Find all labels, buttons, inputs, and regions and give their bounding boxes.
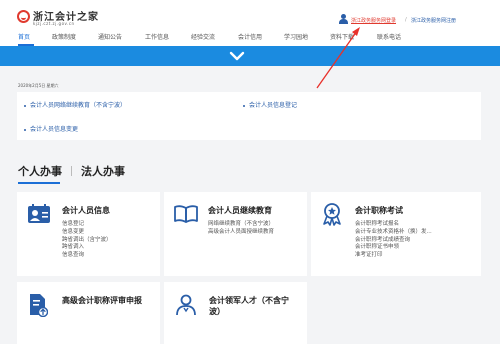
site-url: kjzj.czt.zj.gov.cn [33, 21, 75, 26]
service-card-accountant-info[interactable]: 会计人员信息 信息登记 信息变更 跨省调出（含宁波） 跨省调入 信息查询 [17, 192, 160, 276]
nav-item-policy[interactable]: 政策制度 [52, 32, 76, 41]
card-link-inperson-education[interactable]: 高级会计人员面授继续教育 [208, 229, 274, 237]
card-link-info-change[interactable]: 信息变更 [62, 229, 112, 237]
main-nav: 首页 政策制度 通知公告 工作信息 经验交流 会计信用 学习园地 资料下载 联系… [0, 30, 500, 46]
upload-document-icon [30, 294, 48, 317]
bullet-icon [24, 104, 26, 107]
card-title: 会计领军人才（不含宁 [209, 296, 289, 305]
login-link[interactable]: 浙江政务服务网登录 [351, 17, 396, 24]
tab-personal-services[interactable]: 个人办事 [18, 163, 62, 179]
bullet-icon [24, 128, 26, 131]
nav-item-study[interactable]: 学习园地 [284, 32, 308, 41]
nav-item-contact[interactable]: 联系电话 [377, 32, 401, 41]
notice-link-info-registration[interactable]: 会计人员信息登记 [243, 100, 297, 109]
nav-item-home[interactable]: 首页 [18, 32, 30, 41]
banner-strip [0, 46, 500, 66]
talent-user-icon [176, 294, 196, 316]
card-link-info-registration[interactable]: 信息登记 [62, 221, 112, 229]
service-card-title-exam[interactable]: 会计职称考试 会计职称考试报名 会计专业技术资格补（换）发... 会计职称考试成… [311, 192, 481, 276]
nav-item-notices[interactable]: 通知公告 [98, 32, 122, 41]
id-card-icon [28, 204, 50, 223]
card-title: 高级会计职称评审申报 [62, 296, 142, 305]
notice-link-label: 会计人员信息变更 [30, 126, 79, 133]
service-card-senior-title-review[interactable]: 高级会计职称评审申报 [17, 282, 160, 344]
nav-item-experience[interactable]: 经验交流 [191, 32, 215, 41]
card-title: 会计人员继续教育 [208, 206, 272, 215]
card-title-continued: 波） [209, 307, 225, 316]
award-medal-icon [323, 203, 341, 226]
tab-legal-services[interactable]: 法人办事 [81, 163, 125, 179]
bullet-icon [243, 104, 245, 107]
nav-item-credit[interactable]: 会计信用 [238, 32, 262, 41]
current-date: 2020年2月5日 星期六 [18, 83, 59, 88]
tab-active-indicator [18, 182, 60, 184]
register-link[interactable]: 浙江政务服务网注册 [411, 17, 456, 24]
service-card-leading-talent[interactable]: 会计领军人才（不含宁 波） [164, 282, 307, 344]
open-book-icon [174, 205, 198, 223]
tab-divider [71, 166, 72, 176]
notice-link-label: 会计人员信息登记 [249, 102, 298, 109]
card-title: 会计职称考试 [355, 206, 403, 215]
nav-item-work-info[interactable]: 工作信息 [145, 32, 169, 41]
notice-link-info-change[interactable]: 会计人员信息变更 [24, 124, 78, 133]
card-link-certificate-reissue[interactable]: 会计专业技术资格补（换）发... [355, 229, 432, 237]
chevron-down-icon[interactable] [229, 48, 245, 64]
card-link-list: 会计职称考试报名 会计专业技术资格补（换）发... 会计职称考试成绩查询 会计职… [355, 221, 432, 260]
card-link-exam-registration[interactable]: 会计职称考试报名 [355, 221, 432, 229]
site-header: 浙江会计之家 kjzj.czt.zj.gov.cn 浙江政务服务网登录 / 浙江… [0, 0, 500, 46]
card-link-info-query[interactable]: 信息查询 [62, 252, 112, 260]
card-link-list: 网络继续教育（不含宁波） 高级会计人员面授继续教育 [208, 221, 274, 237]
notice-link-label: 会计人员网络继续教育（不含宁波） [30, 102, 127, 109]
notice-panel: 会计人员网络继续教育（不含宁波） 会计人员信息登记 会计人员信息变更 [17, 92, 481, 140]
link-separator: / [405, 17, 407, 23]
nav-item-downloads[interactable]: 资料下载 [330, 32, 354, 41]
user-icon [339, 14, 348, 24]
service-card-continuing-education[interactable]: 会计人员继续教育 网络继续教育（不含宁波） 高级会计人员面授继续教育 [164, 192, 307, 276]
notice-link-continuing-education[interactable]: 会计人员网络继续教育（不含宁波） [24, 100, 126, 109]
card-title: 会计人员信息 [62, 206, 110, 215]
logo-emblem-icon [17, 10, 30, 23]
card-link-admission-print[interactable]: 准考证打印 [355, 252, 432, 260]
card-link-online-education[interactable]: 网络继续教育（不含宁波） [208, 221, 274, 229]
card-link-list: 信息登记 信息变更 跨省调出（含宁波） 跨省调入 信息查询 [62, 221, 112, 260]
